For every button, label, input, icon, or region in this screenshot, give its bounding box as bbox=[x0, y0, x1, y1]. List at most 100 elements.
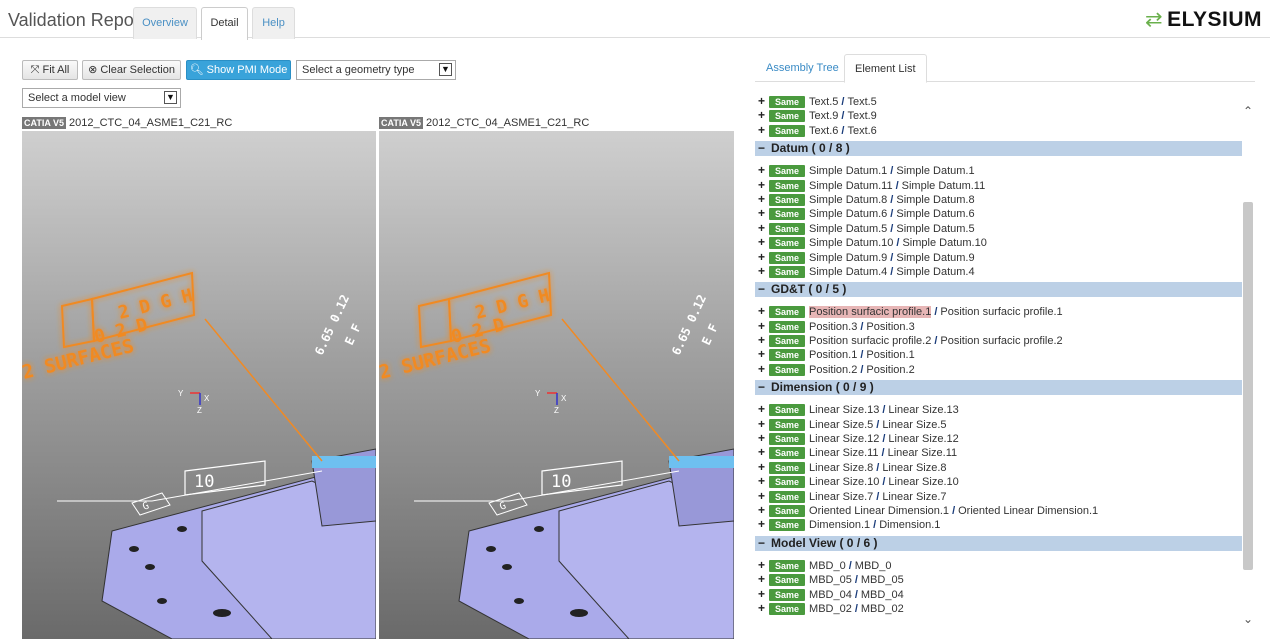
group-header[interactable]: − Dimension ( 0 / 9 ) bbox=[755, 380, 1242, 396]
expand-icon[interactable]: + bbox=[758, 503, 769, 517]
scroll-down-icon[interactable]: ⌄ bbox=[1243, 612, 1253, 626]
expand-icon[interactable]: + bbox=[758, 362, 769, 376]
list-item[interactable]: + Same Linear Size.12/Linear Size.12 bbox=[755, 431, 1242, 446]
element-right-name[interactable]: Position.2 bbox=[866, 364, 914, 376]
element-right-name[interactable]: MBD_04 bbox=[861, 589, 904, 601]
list-item[interactable]: + Same Position.3/Position.3 bbox=[755, 319, 1242, 333]
element-right-name[interactable]: Text.9 bbox=[847, 110, 876, 122]
element-left-name[interactable]: Linear Size.12 bbox=[809, 433, 879, 445]
element-right-name[interactable]: Text.6 bbox=[847, 125, 876, 137]
element-left-name[interactable]: Linear Size.5 bbox=[809, 419, 873, 431]
collapse-icon[interactable]: − bbox=[758, 380, 765, 394]
collapse-icon[interactable]: − bbox=[758, 536, 765, 550]
list-item[interactable]: + Same MBD_02/MBD_02 bbox=[755, 601, 1242, 615]
list-item[interactable]: + Same Position.2/Position.2 bbox=[755, 362, 1242, 376]
element-left-name[interactable]: Text.9 bbox=[809, 110, 838, 122]
expand-icon[interactable]: + bbox=[758, 221, 769, 235]
list-item[interactable]: + Same Linear Size.7/Linear Size.7 bbox=[755, 489, 1242, 503]
list-item[interactable]: + Same MBD_05/MBD_05 bbox=[755, 572, 1242, 587]
geometry-type-select[interactable]: Select a geometry type ▼ bbox=[296, 60, 456, 80]
element-right-name[interactable]: Position.3 bbox=[866, 321, 914, 333]
element-right-name[interactable]: MBD_02 bbox=[861, 603, 904, 615]
element-right-name[interactable]: Simple Datum.6 bbox=[896, 208, 974, 220]
list-item[interactable]: + Same Position surfacic profile.1/Positio… bbox=[755, 304, 1242, 319]
element-left-name[interactable]: Simple Datum.5 bbox=[809, 223, 887, 235]
element-left-name[interactable]: Text.6 bbox=[809, 125, 838, 137]
group-header[interactable]: − Datum ( 0 / 8 ) bbox=[755, 141, 1242, 157]
list-item[interactable]: + Same Position.1/Position.1 bbox=[755, 347, 1242, 362]
list-item[interactable]: + Same Simple Datum.6/Simple Datum.6 bbox=[755, 206, 1242, 221]
element-left-name[interactable]: Simple Datum.11 bbox=[809, 180, 893, 192]
scroll-thumb[interactable] bbox=[1243, 202, 1253, 570]
expand-icon[interactable]: + bbox=[758, 558, 769, 572]
list-item[interactable]: + Same Linear Size.13/Linear Size.13 bbox=[755, 402, 1242, 417]
expand-icon[interactable]: + bbox=[758, 123, 769, 137]
element-right-name[interactable]: Text.5 bbox=[847, 96, 876, 108]
element-right-name[interactable]: Simple Datum.9 bbox=[896, 252, 974, 264]
list-item[interactable]: + Same MBD_04/MBD_04 bbox=[755, 587, 1242, 601]
element-left-name[interactable]: Simple Datum.1 bbox=[809, 165, 887, 177]
viewport-right[interactable]: 10 G 2 D G H 0 2 D 2 SURFACES 6.65 0.12 … bbox=[379, 131, 734, 639]
element-right-name[interactable]: MBD_05 bbox=[861, 574, 904, 586]
element-left-name[interactable]: Linear Size.11 bbox=[809, 447, 879, 459]
element-left-name[interactable]: MBD_02 bbox=[809, 603, 852, 615]
element-left-name[interactable]: Linear Size.13 bbox=[809, 404, 879, 416]
element-left-name[interactable]: MBD_04 bbox=[809, 589, 852, 601]
element-left-name[interactable]: Position.1 bbox=[809, 349, 857, 361]
expand-icon[interactable]: + bbox=[758, 235, 769, 249]
expand-icon[interactable]: + bbox=[758, 601, 769, 615]
tab-element-list[interactable]: Element List bbox=[844, 54, 927, 83]
element-left-name[interactable]: Position surfacic profile.2 bbox=[809, 335, 931, 347]
expand-icon[interactable]: + bbox=[758, 587, 769, 601]
group-header[interactable]: − GD&T ( 0 / 5 ) bbox=[755, 282, 1242, 298]
element-right-name[interactable]: Linear Size.13 bbox=[888, 404, 958, 416]
expand-icon[interactable]: + bbox=[758, 460, 769, 474]
list-item[interactable]: + Same Simple Datum.8/Simple Datum.8 bbox=[755, 192, 1242, 206]
element-right-name[interactable]: Dimension.1 bbox=[879, 519, 940, 531]
expand-icon[interactable]: + bbox=[758, 304, 769, 318]
list-item[interactable]: + Same Simple Datum.4/Simple Datum.4 bbox=[755, 264, 1242, 278]
element-list[interactable]: + Same Text.5/Text.5 + Same Text.9/Text.9 + Sam… bbox=[755, 94, 1242, 639]
group-header[interactable]: − Model View ( 0 / 6 ) bbox=[755, 535, 1242, 551]
list-item[interactable]: + Same Linear Size.10/Linear Size.10 bbox=[755, 474, 1242, 489]
show-pmi-button[interactable]: 🔍︎ Show PMI Mode bbox=[186, 60, 291, 80]
expand-icon[interactable]: + bbox=[758, 108, 769, 122]
clear-selection-button[interactable]: ⊗ Clear Selection bbox=[82, 60, 181, 80]
expand-icon[interactable]: + bbox=[758, 178, 769, 192]
list-item[interactable]: + Same Text.5/Text.5 bbox=[755, 94, 1242, 108]
element-left-name[interactable]: Simple Datum.8 bbox=[809, 194, 887, 206]
element-right-name[interactable]: Linear Size.10 bbox=[888, 476, 958, 488]
element-left-name[interactable]: MBD_0 bbox=[809, 560, 846, 572]
expand-icon[interactable]: + bbox=[758, 572, 769, 586]
expand-icon[interactable]: + bbox=[758, 94, 769, 108]
expand-icon[interactable]: + bbox=[758, 192, 769, 206]
element-left-name[interactable]: Simple Datum.9 bbox=[809, 252, 887, 264]
list-item[interactable]: + Same Simple Datum.5/Simple Datum.5 bbox=[755, 221, 1242, 235]
element-right-name[interactable]: MBD_0 bbox=[855, 560, 892, 572]
tab-detail[interactable]: Detail bbox=[201, 7, 248, 40]
element-right-name[interactable]: Simple Datum.10 bbox=[902, 237, 986, 249]
model-view-select[interactable]: Select a model view ▼ bbox=[22, 88, 181, 108]
element-left-name[interactable]: Text.5 bbox=[809, 96, 838, 108]
element-right-name[interactable]: Simple Datum.1 bbox=[896, 165, 974, 177]
expand-icon[interactable]: + bbox=[758, 445, 769, 459]
element-right-name[interactable]: Position.1 bbox=[866, 349, 914, 361]
element-left-name[interactable]: Simple Datum.6 bbox=[809, 208, 887, 220]
list-item[interactable]: + Same Text.9/Text.9 bbox=[755, 108, 1242, 123]
list-item[interactable]: + Same Oriented Linear Dimension.1/Oriente… bbox=[755, 503, 1242, 517]
expand-icon[interactable]: + bbox=[758, 264, 769, 278]
scroll-up-icon[interactable]: ⌃ bbox=[1243, 104, 1253, 118]
fit-all-button[interactable]: ⤧ Fit All bbox=[22, 60, 78, 80]
viewport-left[interactable]: 10 G 2 D G H 0 2 D 2 SURFACES 6.65 0.12 … bbox=[22, 131, 376, 639]
element-right-name[interactable]: Linear Size.11 bbox=[888, 447, 958, 459]
element-right-name[interactable]: Linear Size.8 bbox=[882, 462, 946, 474]
expand-icon[interactable]: + bbox=[758, 250, 769, 264]
expand-icon[interactable]: + bbox=[758, 333, 769, 347]
element-right-name[interactable]: Position surfacic profile.1 bbox=[940, 306, 1062, 318]
list-item[interactable]: + Same Position surfacic profile.2/Positio… bbox=[755, 333, 1242, 348]
tab-help[interactable]: Help bbox=[252, 7, 295, 39]
expand-icon[interactable]: + bbox=[758, 347, 769, 361]
element-right-name[interactable]: Linear Size.5 bbox=[882, 419, 946, 431]
element-left-name[interactable]: Dimension.1 bbox=[809, 519, 870, 531]
element-right-name[interactable]: Simple Datum.4 bbox=[896, 266, 974, 278]
